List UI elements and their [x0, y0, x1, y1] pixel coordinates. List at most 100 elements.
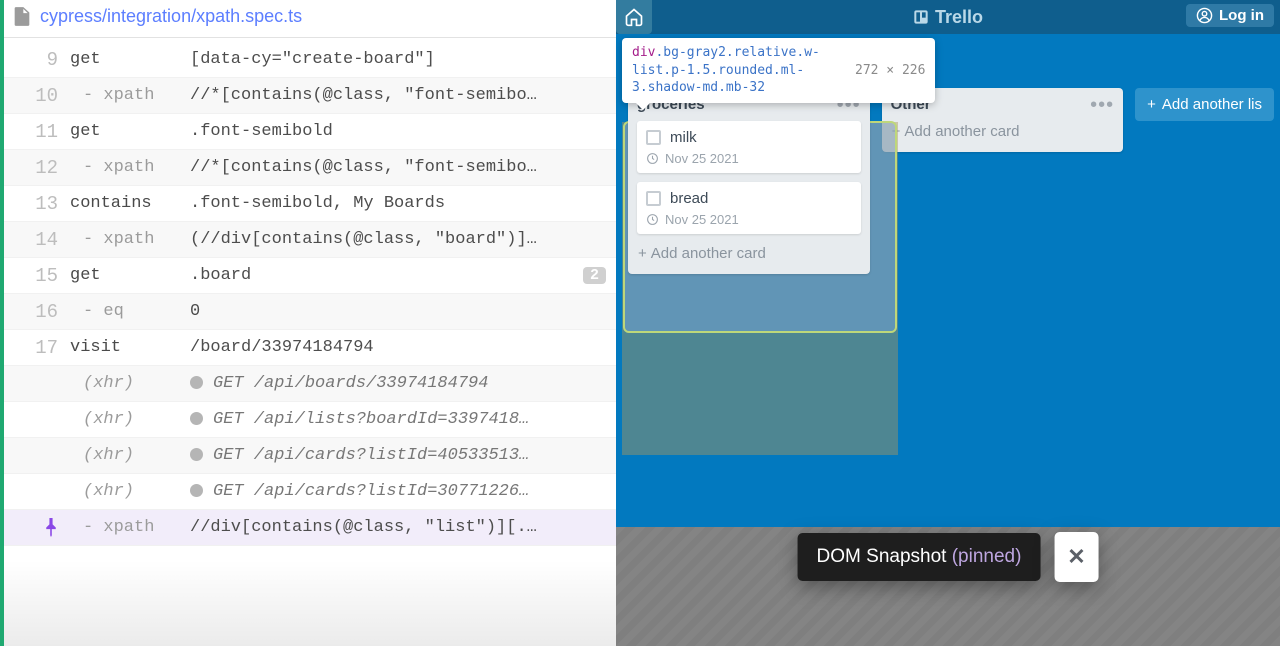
pin-icon: [44, 518, 58, 537]
plus-icon: +: [892, 123, 901, 140]
tooltip-arrow: [636, 103, 650, 110]
log-row[interactable]: 10- xpath//*[contains(@class, "font-semi…: [0, 78, 616, 114]
command-message: GET /api/cards?listId=30771226…: [190, 482, 606, 501]
command-message: //*[contains(@class, "font-semibo…: [190, 158, 606, 177]
card-checkbox[interactable]: [646, 130, 661, 145]
list-menu-icon[interactable]: •••: [1090, 100, 1114, 110]
trello-header: Trello Log in: [616, 0, 1280, 34]
dom-snapshot-bar: DOM Snapshot (pinned) ✕: [798, 532, 1099, 582]
command-message: GET /api/boards/33974184794: [190, 374, 606, 393]
status-dot-icon: [190, 448, 203, 461]
log-row[interactable]: 15get.board 2: [0, 258, 616, 294]
login-label: Log in: [1219, 7, 1264, 24]
inspector-selector: div.bg-gray2.relative.w-list.p-1.5.round…: [632, 44, 837, 97]
add-card-label: Add another card: [904, 123, 1019, 140]
command-message: (//div[contains(@class, "board")]…: [190, 230, 606, 249]
log-row[interactable]: 12- xpath//*[contains(@class, "font-semi…: [0, 150, 616, 186]
board-area: groceries ••• milkNov 25 2021breadNov 25…: [616, 34, 1280, 646]
plus-icon: +: [638, 245, 647, 262]
command-name: (xhr): [70, 446, 190, 465]
log-row[interactable]: 9get[data-cy="create-board"]: [0, 42, 616, 78]
card-date: Nov 25 2021: [646, 212, 852, 227]
command-log-list[interactable]: 9get[data-cy="create-board"]10- xpath//*…: [0, 38, 616, 546]
card-item[interactable]: bread Nov 25 2021: [637, 182, 861, 234]
trello-board-icon: [913, 9, 929, 25]
status-dot-icon: [190, 484, 203, 497]
inspector-dimensions: 272 × 226: [855, 63, 925, 78]
log-row[interactable]: 17visit/board/33974184794: [0, 330, 616, 366]
app-root: cypress/integration/xpath.spec.ts 9get[d…: [0, 0, 1280, 646]
log-row[interactable]: 13contains.font-semibold, My Boards: [0, 186, 616, 222]
count-badge: 2: [583, 267, 606, 284]
user-icon: [1196, 7, 1213, 24]
home-button[interactable]: [616, 0, 652, 34]
line-number: 17: [0, 337, 70, 359]
card-checkbox[interactable]: [646, 191, 661, 206]
command-name: visit: [70, 338, 190, 357]
card-title: milk: [670, 129, 697, 146]
command-name: contains: [70, 194, 190, 213]
line-number: 16: [0, 301, 70, 323]
add-card-link[interactable]: + Add another card: [637, 243, 861, 264]
status-dot-icon: [190, 412, 203, 425]
line-number: 13: [0, 193, 70, 215]
command-name: (xhr): [70, 482, 190, 501]
command-name: get: [70, 266, 190, 285]
log-row[interactable]: 16- eq0: [0, 294, 616, 330]
line-number: 11: [0, 121, 70, 143]
command-name: get: [70, 122, 190, 141]
pass-indicator-bar: [0, 0, 4, 646]
brand-label: Trello: [935, 7, 983, 28]
close-icon: ✕: [1067, 544, 1085, 570]
element-inspector-tooltip: div.bg-gray2.relative.w-list.p-1.5.round…: [622, 38, 935, 103]
log-row[interactable]: (xhr)GET /api/boards/33974184794: [0, 366, 616, 402]
command-name: - xpath: [70, 230, 190, 249]
log-row-pinned[interactable]: - xpath//div[contains(@class, "list")][.…: [0, 510, 616, 546]
list-groceries[interactable]: groceries ••• milkNov 25 2021breadNov 25…: [628, 88, 870, 274]
login-button[interactable]: Log in: [1186, 4, 1274, 27]
command-log-panel: cypress/integration/xpath.spec.ts 9get[d…: [0, 0, 616, 646]
command-name: - xpath: [70, 158, 190, 177]
log-row[interactable]: 11get.font-semibold: [0, 114, 616, 150]
card-title: bread: [670, 190, 708, 207]
command-message: 0: [190, 302, 606, 321]
snapshot-label: DOM Snapshot (pinned): [798, 533, 1041, 581]
scroll-fade: [0, 560, 616, 646]
card-item[interactable]: milk Nov 25 2021: [637, 121, 861, 173]
line-number: 15: [0, 265, 70, 287]
command-message: //*[contains(@class, "font-semibo…: [190, 86, 606, 105]
log-row[interactable]: (xhr)GET /api/lists?boardId=3397418…: [0, 402, 616, 438]
clock-icon: [646, 152, 659, 165]
pin-column: [4, 518, 70, 537]
status-dot-icon: [190, 376, 203, 389]
card-date: Nov 25 2021: [646, 151, 852, 166]
spec-file-path: cypress/integration/xpath.spec.ts: [40, 6, 302, 27]
log-row[interactable]: (xhr)GET /api/cards?listId=30771226…: [0, 474, 616, 510]
line-number: 10: [0, 85, 70, 107]
command-message: .font-semibold: [190, 122, 606, 141]
command-message: //div[contains(@class, "list")][.…: [190, 518, 606, 537]
command-name: get: [70, 50, 190, 69]
app-preview-panel: Trello Log in div.bg-gray2.relative.w-li…: [616, 0, 1280, 646]
home-icon: [624, 7, 644, 27]
log-row[interactable]: 14- xpath(//div[contains(@class, "board"…: [0, 222, 616, 258]
command-message: /board/33974184794: [190, 338, 606, 357]
command-message: .board: [190, 266, 577, 285]
command-name: (xhr): [70, 410, 190, 429]
command-message: GET /api/cards?listId=40533513…: [190, 446, 606, 465]
file-icon: [14, 7, 30, 26]
add-list-label: Add another lis: [1162, 96, 1262, 113]
command-message: .font-semibold, My Boards: [190, 194, 606, 213]
spec-file-tab[interactable]: cypress/integration/xpath.spec.ts: [0, 0, 616, 38]
snapshot-close-button[interactable]: ✕: [1054, 532, 1098, 582]
log-row[interactable]: (xhr)GET /api/cards?listId=40533513…: [0, 438, 616, 474]
command-message: GET /api/lists?boardId=3397418…: [190, 410, 606, 429]
add-list-button[interactable]: + Add another lis: [1135, 88, 1274, 121]
trello-logo[interactable]: Trello: [913, 7, 983, 28]
line-number: 9: [0, 49, 70, 71]
command-message: [data-cy="create-board"]: [190, 50, 606, 69]
command-name: - eq: [70, 302, 190, 321]
command-name: (xhr): [70, 374, 190, 393]
command-name: - xpath: [70, 518, 190, 537]
add-card-link[interactable]: + Add another card: [891, 121, 1115, 142]
